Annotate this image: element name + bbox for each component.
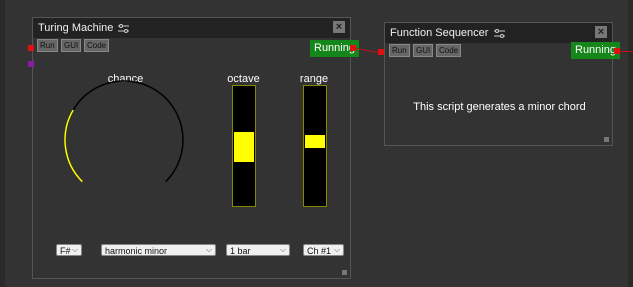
chevron-down-icon: ⌵ <box>333 245 340 254</box>
code-button[interactable]: Code <box>84 39 110 52</box>
length-value: 1 bar <box>230 246 251 256</box>
gui-button[interactable]: GUI <box>61 39 82 52</box>
scale-select[interactable]: harmonic minor ⌵ <box>101 244 216 256</box>
root-note-value: F# <box>60 246 71 256</box>
sequencer-input-port[interactable] <box>378 49 384 55</box>
connection-wire <box>620 51 633 52</box>
running-status-button[interactable]: Running <box>571 42 620 59</box>
code-button[interactable]: Code <box>436 44 462 57</box>
function-sequencer-title: Function Sequencer <box>390 27 505 39</box>
range-slider[interactable] <box>303 85 327 207</box>
chevron-down-icon: ⌵ <box>71 245 78 254</box>
settings-sliders-icon[interactable] <box>492 27 505 39</box>
octave-slider[interactable] <box>232 85 256 207</box>
range-label: range <box>299 73 329 85</box>
turing-machine-panel: Turing Machine × Run GUI Code Running ch… <box>32 17 359 279</box>
run-button[interactable]: Run <box>37 39 58 52</box>
resize-handle[interactable] <box>342 270 347 275</box>
turing-input-port[interactable] <box>28 45 34 51</box>
chevron-down-icon: ⌵ <box>205 245 212 254</box>
function-sequencer-title-text: Function Sequencer <box>390 27 489 39</box>
function-sequencer-panel: Function Sequencer × Run GUI Code Runnin… <box>384 22 620 146</box>
turing-machine-title-text: Turing Machine <box>38 22 114 34</box>
run-button[interactable]: Run <box>389 44 410 57</box>
root-note-select[interactable]: F# ⌵ <box>56 244 82 256</box>
turing-machine-title: Turing Machine <box>38 22 130 34</box>
octave-slider-handle[interactable] <box>234 132 254 162</box>
close-icon[interactable]: × <box>595 26 607 38</box>
script-description: This script generates a minor chord <box>413 101 586 113</box>
function-sequencer-titlebar[interactable]: Function Sequencer × <box>385 23 612 43</box>
chevron-down-icon: ⌵ <box>279 245 286 254</box>
turing-machine-titlebar[interactable]: Turing Machine × <box>33 18 350 38</box>
resize-handle[interactable] <box>604 137 609 142</box>
settings-sliders-icon[interactable] <box>116 22 130 34</box>
channel-value: Ch #1 <box>307 246 332 256</box>
close-icon[interactable]: × <box>333 21 345 33</box>
chance-knob[interactable] <box>59 78 189 193</box>
scale-value: harmonic minor <box>105 246 168 256</box>
range-slider-handle[interactable] <box>305 135 325 149</box>
length-select[interactable]: 1 bar ⌵ <box>226 244 290 256</box>
octave-label: octave <box>227 73 260 85</box>
turing-midi-port[interactable] <box>28 61 34 67</box>
gui-button[interactable]: GUI <box>413 44 434 57</box>
channel-select[interactable]: Ch #1 ⌵ <box>303 244 344 256</box>
